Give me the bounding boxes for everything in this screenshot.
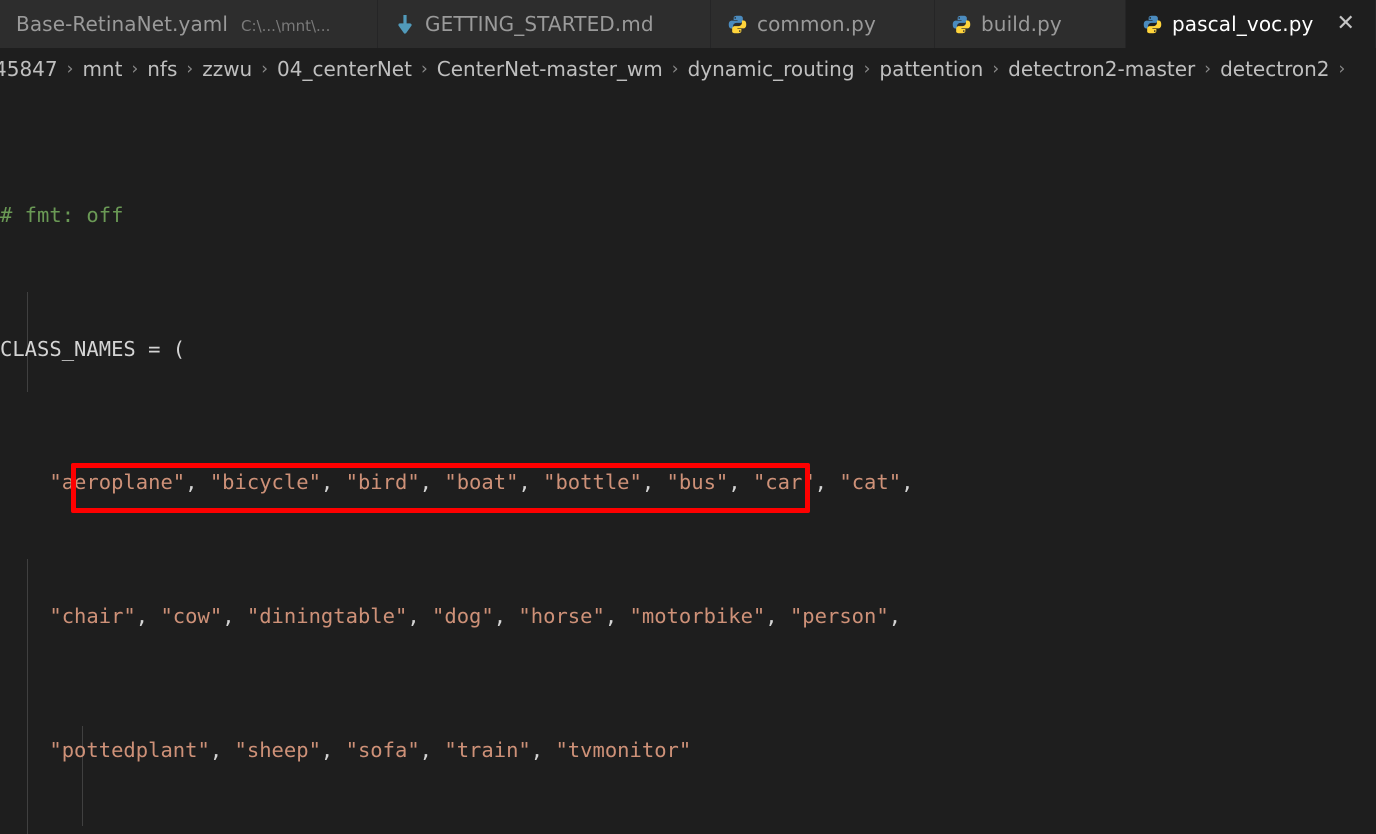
code-line-3: "aeroplane", "bicycle", "bird", "boat", … xyxy=(0,466,1376,499)
identifier-class-names: CLASS_NAMES xyxy=(0,337,136,361)
breadcrumb-item-7[interactable]: pattention xyxy=(879,57,983,81)
breadcrumb-item-1[interactable]: mnt xyxy=(82,57,122,81)
code-line-5: "pottedplant", "sheep", "sofa", "train",… xyxy=(0,734,1376,767)
close-icon[interactable]: ✕ xyxy=(1336,13,1354,35)
python-file-icon xyxy=(727,14,748,35)
code-line-2: CLASS_NAMES = ( xyxy=(0,333,1376,366)
breadcrumb-item-5[interactable]: CenterNet-master_wm xyxy=(437,57,663,81)
breadcrumb-item-6[interactable]: dynamic_routing xyxy=(688,57,855,81)
tab-label: Base-RetinaNet.yaml xyxy=(16,12,228,36)
tab-label: build.py xyxy=(981,12,1062,36)
comment-fmt-off: # fmt: off xyxy=(0,203,123,227)
breadcrumb-item-4[interactable]: 04_centerNet xyxy=(277,57,412,81)
code-content[interactable]: # fmt: off CLASS_NAMES = ( "aeroplane", … xyxy=(0,89,1376,834)
tab-common-py[interactable]: common.py xyxy=(711,0,935,48)
breadcrumb-item-2[interactable]: nfs xyxy=(147,57,177,81)
chevron-right-icon: › xyxy=(67,59,74,79)
tab-label: GETTING_STARTED.md xyxy=(425,12,654,36)
chevron-right-icon: › xyxy=(864,59,871,79)
string-literal-list: "aeroplane" xyxy=(49,470,185,494)
chevron-right-icon: › xyxy=(1339,59,1346,79)
chevron-right-icon: › xyxy=(992,59,999,79)
markdown-file-icon xyxy=(394,13,416,35)
tab-base-retinanet-yaml[interactable]: Base-RetinaNet.yaml C:\...\mnt\... xyxy=(0,0,378,48)
breadcrumb-item-9[interactable]: detectron2 xyxy=(1220,57,1329,81)
chevron-right-icon: › xyxy=(672,59,679,79)
tab-build-py[interactable]: build.py xyxy=(935,0,1126,48)
editor-tab-bar: Base-RetinaNet.yaml C:\...\mnt\... GETTI… xyxy=(0,0,1376,48)
chevron-right-icon: › xyxy=(131,59,138,79)
chevron-right-icon: › xyxy=(261,59,268,79)
chevron-right-icon: › xyxy=(421,59,428,79)
python-file-icon xyxy=(1142,14,1163,35)
code-line-4: "chair", "cow", "diningtable", "dog", "h… xyxy=(0,600,1376,633)
chevron-right-icon: › xyxy=(186,59,193,79)
breadcrumb-item-3[interactable]: zzwu xyxy=(202,57,252,81)
breadcrumb: 45847 › mnt › nfs › zzwu › 04_centerNet … xyxy=(0,48,1376,89)
code-editor[interactable]: # fmt: off CLASS_NAMES = ( "aeroplane", … xyxy=(0,89,1376,834)
tab-getting-started-md[interactable]: GETTING_STARTED.md xyxy=(378,0,711,48)
tab-label: common.py xyxy=(757,12,876,36)
code-line-1: # fmt: off xyxy=(0,199,1376,232)
breadcrumb-item-0[interactable]: 45847 xyxy=(0,57,58,81)
chevron-right-icon: › xyxy=(1204,59,1211,79)
python-file-icon xyxy=(951,14,972,35)
tab-label: pascal_voc.py xyxy=(1172,12,1313,36)
breadcrumb-item-8[interactable]: detectron2-master xyxy=(1008,57,1195,81)
tab-pascal-voc-py[interactable]: pascal_voc.py ✕ xyxy=(1126,0,1376,48)
tab-path-hint: C:\...\mnt\... xyxy=(241,17,330,35)
